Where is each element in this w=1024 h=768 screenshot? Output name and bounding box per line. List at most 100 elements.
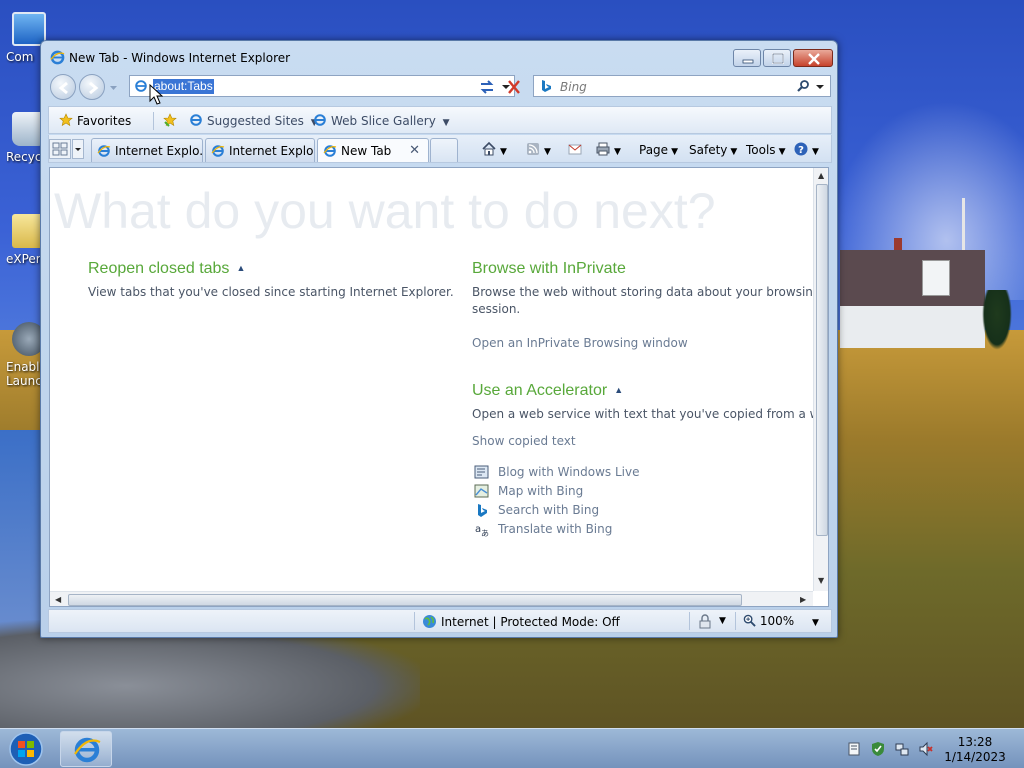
accelerator-label: Map with Bing	[498, 484, 584, 498]
scroll-down-arrow-icon[interactable]: ▼	[818, 576, 824, 585]
chevron-down-icon[interactable]: ▼	[614, 143, 621, 161]
network-icon[interactable]	[894, 741, 910, 757]
ie-tab-icon	[323, 145, 337, 157]
safety-menu[interactable]: Safety ▼	[689, 141, 737, 159]
chevron-down-icon[interactable]: ▼	[500, 143, 507, 161]
ie-page-icon	[314, 114, 326, 126]
back-button[interactable]	[50, 74, 76, 100]
favorites-separator	[153, 112, 154, 130]
help-button[interactable]: ? ▼	[793, 141, 819, 159]
read-mail-button[interactable]	[567, 141, 583, 159]
taskbar-internet-explorer[interactable]	[60, 731, 112, 767]
clock-time: 13:28	[957, 735, 993, 749]
change-status-icon[interactable]	[697, 614, 713, 630]
maximize-icon	[772, 53, 784, 64]
reopen-closed-tabs-label: Reopen closed tabs	[88, 260, 230, 277]
search-box[interactable]: Bing	[533, 75, 831, 97]
add-to-favorites-bar-button[interactable]	[163, 113, 181, 129]
tab-new-tab[interactable]: New Tab ✕	[317, 138, 429, 162]
minimize-button[interactable]	[733, 49, 761, 67]
tab-internet-explorer-2[interactable]: Internet Explo...	[205, 138, 315, 162]
refresh-icon[interactable]	[478, 79, 496, 95]
close-tab-icon[interactable]: ✕	[409, 143, 420, 158]
horizontal-scroll-thumb[interactable]	[68, 594, 742, 606]
rss-feed-icon	[527, 143, 539, 155]
start-button[interactable]	[4, 731, 48, 767]
chevron-down-icon: ▼	[778, 147, 786, 157]
vertical-scrollbar[interactable]: ▲ ▼	[813, 168, 828, 591]
ie-logo-icon	[74, 737, 101, 763]
add-favorites-icon	[163, 113, 177, 127]
suggested-sites-button[interactable]: Suggested Sites ▼	[189, 113, 318, 129]
search-dropdown-icon[interactable]	[816, 83, 824, 91]
web-slice-gallery-label: Web Slice Gallery	[331, 114, 436, 128]
search-placeholder: Bing	[560, 80, 587, 94]
tools-menu-label: Tools	[746, 143, 776, 157]
open-inprivate-link[interactable]: Open an InPrivate Browsing window	[472, 336, 688, 350]
tab-internet-explorer-1[interactable]: Internet Explo...	[91, 138, 203, 162]
web-slice-gallery-button[interactable]: Web Slice Gallery ▼	[313, 113, 450, 129]
scroll-left-arrow-icon[interactable]: ◀	[55, 595, 61, 604]
show-copied-text-link[interactable]: Show copied text	[472, 434, 576, 448]
ie-tab-icon	[211, 145, 225, 157]
chevron-down-icon[interactable]: ▼	[812, 143, 819, 161]
svg-text:?: ?	[798, 145, 804, 156]
accelerator-label: Use an Accelerator	[472, 382, 608, 399]
horizontal-scrollbar[interactable]: ◀ ▶	[50, 591, 813, 606]
collapse-icon[interactable]: ▲	[236, 263, 245, 273]
recent-pages-dropdown-icon[interactable]	[109, 83, 118, 92]
wallpaper-house	[840, 238, 985, 348]
tools-menu[interactable]: Tools ▼	[746, 141, 785, 159]
accelerator-title[interactable]: Use an Accelerator ▲	[472, 382, 623, 400]
scroll-up-arrow-icon[interactable]: ▲	[818, 171, 824, 180]
collapse-icon[interactable]: ▲	[614, 385, 623, 395]
security-shield-icon[interactable]	[870, 741, 886, 757]
inprivate-description-line1: Browse the web without storing data abou…	[472, 285, 821, 299]
zoom-icon	[743, 614, 756, 627]
translate-icon: a あ	[475, 524, 489, 537]
chevron-down-icon	[75, 148, 81, 151]
scroll-right-arrow-icon[interactable]: ▶	[800, 595, 806, 604]
close-button[interactable]	[793, 49, 833, 67]
bing-icon	[542, 80, 551, 92]
action-center-icon[interactable]	[846, 741, 862, 757]
window-title: New Tab - Windows Internet Explorer	[69, 51, 291, 65]
search-icon[interactable]	[796, 79, 810, 93]
ie-logo-icon	[50, 50, 65, 65]
vertical-scroll-thumb[interactable]	[816, 184, 828, 536]
reopen-closed-tabs-description: View tabs that you've closed since start…	[88, 285, 454, 299]
print-button[interactable]: ▼	[595, 141, 621, 159]
chevron-down-icon[interactable]: ▼	[719, 616, 726, 626]
chevron-down-icon[interactable]: ▼	[544, 143, 551, 161]
reopen-closed-tabs-title[interactable]: Reopen closed tabs ▲	[88, 260, 245, 278]
volume-muted-icon[interactable]	[918, 741, 934, 757]
chevron-down-icon: ▼	[730, 147, 738, 157]
address-bar[interactable]: about:Tabs	[129, 75, 515, 97]
favorites-button[interactable]: Favorites	[59, 113, 131, 129]
stop-icon[interactable]	[505, 79, 523, 95]
home-button[interactable]: ▼	[481, 141, 507, 159]
forward-button[interactable]	[79, 74, 105, 100]
page-content: What do you want to do next? Reopen clos…	[49, 167, 829, 607]
favorites-label: Favorites	[77, 114, 132, 128]
maximize-button[interactable]	[763, 49, 791, 67]
accelerator-label: Search with Bing	[498, 503, 600, 517]
forward-arrow-icon	[89, 81, 99, 95]
inprivate-description-line2: session.	[472, 302, 521, 316]
page-ie-icon	[135, 80, 147, 92]
new-tab-button[interactable]	[430, 138, 458, 162]
safety-menu-label: Safety	[689, 143, 728, 157]
chevron-down-icon: ▼	[671, 147, 678, 157]
ie-page-icon	[190, 114, 202, 126]
page-menu[interactable]: Page ▼	[639, 141, 678, 159]
chevron-down-icon[interactable]: ▼	[812, 618, 819, 628]
feeds-button[interactable]: ▼	[525, 141, 551, 159]
zoom-control[interactable]: 100% ▼	[743, 614, 819, 628]
system-clock[interactable]: 13:28 1/14/2023	[942, 735, 1008, 765]
wallpaper-tree	[982, 290, 1012, 350]
title-bar[interactable]: New Tab - Windows Internet Explorer	[41, 41, 837, 73]
quick-tabs-button[interactable]	[49, 139, 71, 159]
tab-list-button[interactable]	[72, 139, 84, 159]
mail-icon	[568, 144, 582, 155]
map-icon	[474, 484, 489, 498]
